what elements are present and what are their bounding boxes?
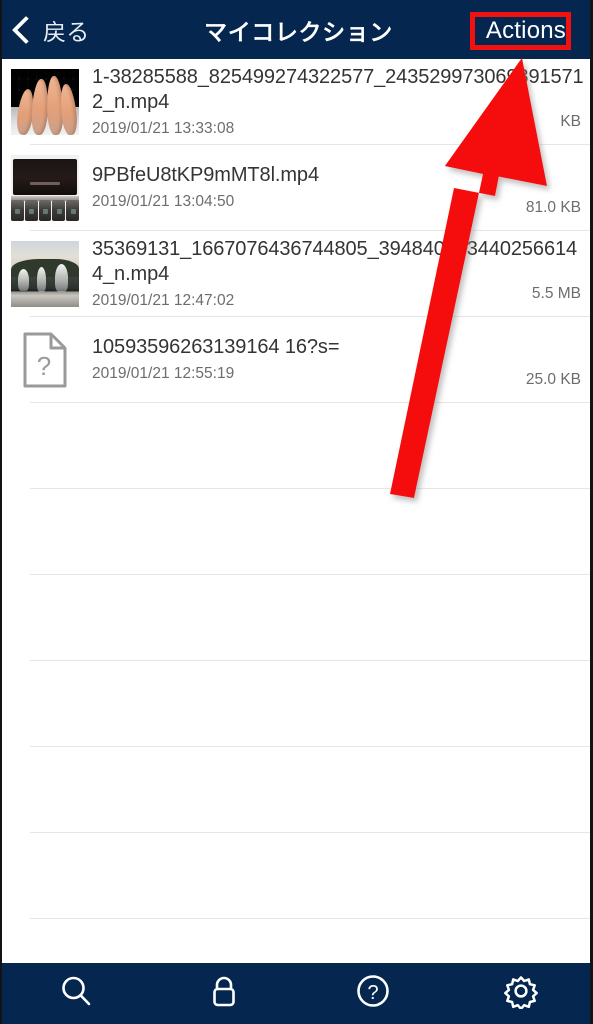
table-row[interactable]: ? 10593596263139164 16?s= 2019/01/21 12:… [2,317,590,403]
file-name: 35369131_1667076436744805_39484048344025… [92,237,578,285]
svg-text:?: ? [367,982,378,1004]
phone-screen: 戻る マイコレクション Actions 1-38285588_825499274… [0,0,593,1024]
file-name: 10593596263139164 16?s= [92,336,340,358]
empty-row [2,661,590,747]
back-button[interactable]: 戻る [11,0,90,59]
table-row[interactable]: 35369131_1667076436744805_39484048344025… [2,231,590,317]
lock-icon [208,973,240,1014]
keyboard-fingers-thumbnail [8,65,82,139]
file-list[interactable]: 1-38285588_825499274322577_2435299730698… [2,59,590,1005]
gear-icon [503,973,539,1014]
table-row[interactable]: 1-38285588_825499274322577_2435299730698… [2,59,590,145]
empty-row [2,403,590,489]
svg-text:?: ? [37,351,51,381]
help-circle-icon: ? [355,973,391,1014]
unknown-file-icon: ? [8,323,82,397]
empty-row [2,833,590,919]
file-date: 2019/01/21 13:04:50 [92,193,235,210]
actions-button[interactable]: Actions [476,12,576,49]
table-row[interactable]: 9PBfeU8tKP9mMT8l.mp4 2019/01/21 13:04:50… [2,145,590,231]
navigation-bar: 戻る マイコレクション Actions [2,0,590,59]
file-date: 2019/01/21 13:33:08 [92,119,235,137]
file-size: 81.0 KB [525,199,581,216]
fountain-park-thumbnail [8,237,82,311]
bottom-toolbar: ? [2,963,590,1024]
file-date: 2019/01/21 12:55:19 [92,365,235,382]
empty-row [2,747,590,833]
back-button-label: 戻る [43,18,90,45]
macbook-pro-thumbnail [8,151,82,225]
empty-row [2,489,590,575]
empty-row [2,575,590,661]
file-size: KB [560,113,581,130]
chevron-left-icon [11,15,41,44]
file-name: 1-38285588_825499274322577_2435299730698… [92,65,584,113]
lock-button[interactable] [150,963,298,1024]
search-button[interactable] [2,963,150,1024]
help-button[interactable]: ? [299,963,447,1024]
file-size: 25.0 KB [525,371,581,388]
search-icon [59,974,93,1013]
file-date: 2019/01/21 12:47:02 [92,291,235,309]
file-size: 5.5 MB [531,285,581,302]
settings-button[interactable] [447,963,590,1024]
file-name: 9PBfeU8tKP9mMT8l.mp4 [92,164,319,186]
